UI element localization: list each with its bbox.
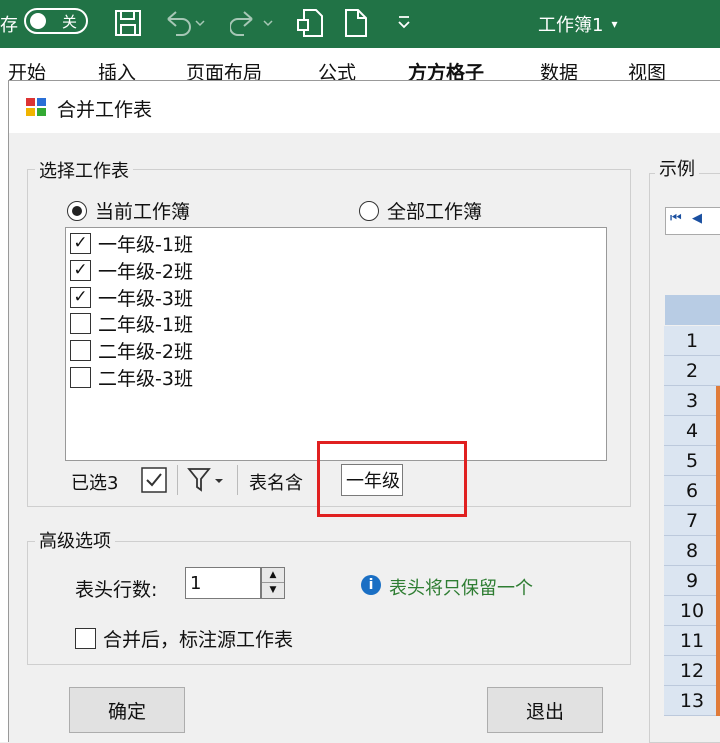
sheet-edge xyxy=(0,82,8,742)
selected-count: 已选3 xyxy=(71,473,119,494)
row-highlight-strip xyxy=(716,386,720,716)
spinner-up-icon[interactable]: ▲ xyxy=(262,568,284,583)
sheet-nav-bar: ⏮ ◀ xyxy=(665,207,720,235)
checkbox-checked[interactable]: ✓ xyxy=(70,286,91,308)
chevron-down-icon[interactable]: ▾ xyxy=(611,17,617,31)
annotate-source-option[interactable]: 合并后，标注源工作表 xyxy=(75,625,293,652)
radio-all-workbooks[interactable]: 全部工作簿 xyxy=(359,197,482,224)
ok-button[interactable]: 确定 xyxy=(69,687,185,733)
autosave-toggle[interactable]: 关 xyxy=(24,8,88,34)
row-number: 8 xyxy=(664,536,720,566)
row-number: 9 xyxy=(664,566,720,596)
row-number: 10 xyxy=(664,596,720,626)
radio-dot xyxy=(67,200,87,221)
workbook-title-text: 工作簿1 xyxy=(538,15,604,36)
exit-button[interactable]: 退出 xyxy=(487,687,603,733)
sheet-label: 一年级-2班 xyxy=(98,260,193,283)
workbook-title: 工作簿1 ▾ xyxy=(538,0,617,48)
radio-current-label: 当前工作簿 xyxy=(95,201,191,223)
example-title: 示例 xyxy=(655,155,699,181)
spinner-down-icon[interactable]: ▼ xyxy=(262,583,284,598)
sheet-label: 二年级-1班 xyxy=(98,313,193,336)
list-item[interactable]: ✓ 一年级-2班 xyxy=(70,257,193,283)
name-filter-label: 表名含 xyxy=(249,473,303,494)
checkbox-unchecked[interactable] xyxy=(70,366,91,388)
list-item[interactable]: ✓ 一年级-3班 xyxy=(70,284,193,310)
row-number: 7 xyxy=(664,506,720,536)
dialog-title-bar: 合并工作表 xyxy=(9,81,720,133)
row-number: 13 xyxy=(664,686,720,716)
toggle-knob xyxy=(30,13,46,29)
select-all-icon[interactable] xyxy=(141,467,167,493)
checkbox-checked[interactable]: ✓ xyxy=(70,259,91,281)
list-item[interactable]: 二年级-1班 xyxy=(70,310,193,336)
annotate-label: 合并后，标注源工作表 xyxy=(103,629,294,651)
list-item[interactable]: ✓ 一年级-1班 xyxy=(70,230,193,256)
row-number: 2 xyxy=(664,356,720,386)
new-document-icon[interactable] xyxy=(344,8,368,38)
radio-dot xyxy=(359,200,379,221)
undo-icon[interactable] xyxy=(164,9,208,37)
info-icon: i xyxy=(361,575,381,595)
title-bar: 存 关 工作簿1 ▾ xyxy=(0,0,720,48)
save-prefix: 存 xyxy=(0,15,18,36)
sheet-list[interactable]: ✓ 一年级-1班 ✓ 一年级-2班 ✓ 一年级-3班 二年级-1班 二年级-2班 二年… xyxy=(65,227,607,461)
row-number: 3 xyxy=(664,386,720,416)
row-number: 1 xyxy=(664,326,720,356)
ribbon-tabs: 开始 插入 页面布局 公式 方方格子 数据 视图 xyxy=(0,48,720,84)
checkbox-unchecked[interactable] xyxy=(70,312,91,334)
row-number: 11 xyxy=(664,626,720,656)
redo-icon[interactable] xyxy=(230,9,274,37)
customize-toolbar-icon[interactable] xyxy=(396,14,412,30)
dialog-title: 合并工作表 xyxy=(57,99,153,121)
merge-sheets-dialog: 合并工作表 选择工作表 当前工作簿 全部工作簿 ✓ 一年级-1班 ✓ 一年级-2班 … xyxy=(8,80,720,743)
list-item[interactable]: 二年级-2班 xyxy=(70,337,193,363)
sheet-label: 二年级-3班 xyxy=(98,367,193,390)
divider xyxy=(237,465,238,495)
grid-header xyxy=(665,295,720,325)
checkbox-unchecked[interactable] xyxy=(75,628,96,649)
save-icon[interactable] xyxy=(114,9,142,37)
autosave-label: 关 xyxy=(62,13,78,31)
header-info-text: 表头将只保留一个 xyxy=(389,578,533,599)
row-number: 12 xyxy=(664,656,720,686)
prev-sheet-icon[interactable]: ◀ xyxy=(692,211,702,226)
advanced-options-title: 高级选项 xyxy=(35,527,115,553)
radio-current-workbook[interactable]: 当前工作簿 xyxy=(67,197,190,224)
checkbox-checked[interactable]: ✓ xyxy=(70,232,91,254)
header-rows-input[interactable]: 1 xyxy=(185,567,261,599)
header-rows-spinner[interactable]: ▲ ▼ xyxy=(261,567,285,599)
filter-icon[interactable] xyxy=(187,467,229,493)
first-sheet-icon[interactable]: ⏮ xyxy=(670,211,682,226)
row-number: 4 xyxy=(664,416,720,446)
header-rows-label: 表头行数: xyxy=(75,579,158,601)
sheet-label: 一年级-1班 xyxy=(98,233,193,256)
list-item[interactable]: 二年级-3班 xyxy=(70,364,193,390)
highlight-box xyxy=(317,441,467,517)
select-sheets-title: 选择工作表 xyxy=(35,157,133,183)
sheet-label: 一年级-3班 xyxy=(98,287,193,310)
checkbox-unchecked[interactable] xyxy=(70,339,91,361)
row-number: 6 xyxy=(664,476,720,506)
sheet-label: 二年级-2班 xyxy=(98,340,193,363)
divider xyxy=(177,465,178,495)
radio-all-label: 全部工作簿 xyxy=(387,201,483,223)
row-number: 5 xyxy=(664,446,720,476)
print-preview-icon[interactable] xyxy=(296,8,324,38)
app-icon xyxy=(26,98,46,116)
